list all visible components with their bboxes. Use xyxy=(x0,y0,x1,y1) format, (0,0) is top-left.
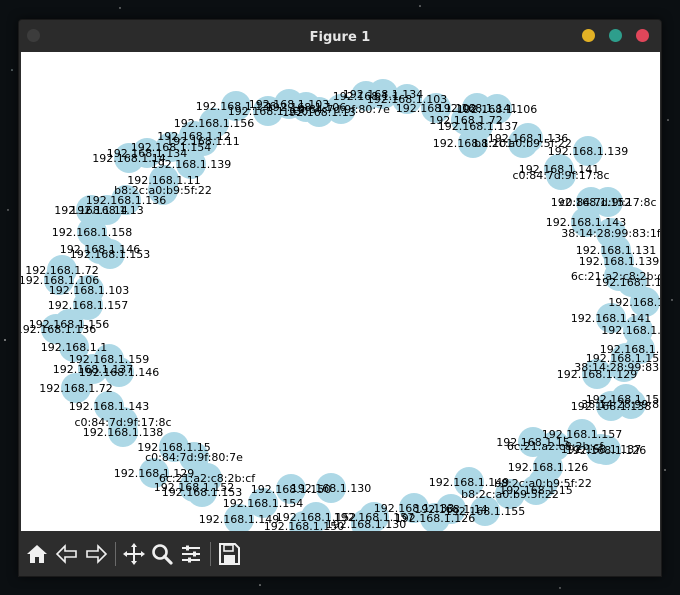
node-label: 192.168.1.143 xyxy=(69,400,149,413)
node-label: 192.168.1.12 xyxy=(595,276,660,289)
node-label: 192.168.1.158 xyxy=(52,226,132,239)
pan-button[interactable] xyxy=(121,541,147,567)
minimize-button[interactable] xyxy=(582,29,595,42)
node-label: 192.168.1.156 xyxy=(174,117,254,130)
home-button[interactable] xyxy=(24,541,50,567)
node-label: c0:84:7d:9f:17:8c xyxy=(512,169,609,182)
figure-window: Figure 1 192.168.1.136 192.168.1.103 192.1… xyxy=(18,19,662,577)
back-button[interactable] xyxy=(54,541,80,567)
node-label: 192.168.1.153 xyxy=(70,248,150,261)
save-button[interactable] xyxy=(216,541,242,567)
node-label: 192.168.1.126 xyxy=(395,512,475,525)
sliders-icon xyxy=(182,545,200,563)
zoom-button[interactable] xyxy=(149,541,175,567)
arrow-left-icon xyxy=(55,544,77,564)
node-label: 192.168.1.154 xyxy=(223,497,303,510)
node-label: 192.168.1.129 xyxy=(557,368,637,381)
network-graph: 192.168.1.136192.168.1.103192.168.1.1301… xyxy=(21,79,660,531)
node-label: 192.168.1.139 xyxy=(548,145,628,158)
node-label: 192.168.1.130 xyxy=(291,482,371,495)
node-label: 192.168.1.139 xyxy=(579,255,659,268)
node-label: 38:14:28:99:83:1f xyxy=(561,227,660,240)
toolbar-separator xyxy=(115,542,116,566)
node-label: 38:14:28:99:83:1f xyxy=(581,398,660,411)
magnifier-icon xyxy=(152,544,173,565)
node-label: c0:84:7d:9f:80:7e xyxy=(145,451,243,464)
maximize-button[interactable] xyxy=(609,29,622,42)
plot-canvas[interactable]: 192.168.1.136 192.168.1.103 192.168.1.130 1… xyxy=(21,52,660,531)
toolbar-separator xyxy=(210,542,211,566)
node-label: 192.168.1.15 xyxy=(608,296,660,309)
home-icon xyxy=(27,545,47,563)
node-label: 192.168.1.157 xyxy=(48,299,128,312)
node-label: 192.168.1.13 xyxy=(70,204,143,217)
window-title: Figure 1 xyxy=(309,30,371,45)
node-label: 192.168.1.146 xyxy=(79,366,159,379)
label-layer: 192.168.1.136192.168.1.103192.168.1.1301… xyxy=(21,88,660,531)
title-bar[interactable]: Figure 1 xyxy=(19,20,661,52)
node-label: c0:84:7d:9f:17:8c xyxy=(559,196,656,209)
node-label: 192.168.1.139 xyxy=(151,158,231,171)
close-button[interactable] xyxy=(636,29,649,42)
node-label: 192.168.1.103 xyxy=(49,284,129,297)
node-label: 192.168.1.72 xyxy=(39,382,112,395)
navigation-toolbar xyxy=(19,532,661,576)
node-label: 192.168.1.13 xyxy=(601,324,660,337)
arrow-right-icon xyxy=(86,544,108,564)
configure-subplots-button[interactable] xyxy=(178,541,204,567)
node-label: 192.168.1.136 xyxy=(21,323,96,336)
node-label: 192.168.1.126 xyxy=(508,461,588,474)
move-icon xyxy=(123,543,145,565)
node-label: 192.168.1.126 xyxy=(566,444,646,457)
forward-button[interactable] xyxy=(83,541,109,567)
node-label: b8:2c:a0:b9:5f:22 xyxy=(461,488,559,501)
node-label: 192.168.1.138 xyxy=(83,426,163,439)
floppy-disk-icon xyxy=(219,543,240,565)
node-label: 192.168.1.130 xyxy=(326,518,406,531)
